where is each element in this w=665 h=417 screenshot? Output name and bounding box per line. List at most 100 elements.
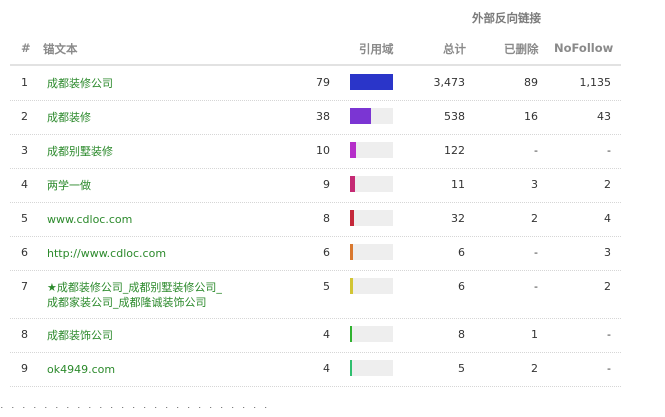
row-index: 2 <box>21 110 28 123</box>
ref-domains-bar-fill <box>350 142 356 158</box>
table-row: 1 成都装修公司 79 3,473 89 1,135 <box>10 66 621 101</box>
row-index: 3 <box>21 144 28 157</box>
ref-domains-bar <box>350 108 393 124</box>
nofollow-backlinks: 1,135 <box>579 76 612 89</box>
ref-domains-bar <box>350 210 393 226</box>
ref-domains-count: 4 <box>323 362 330 375</box>
table-row: 3 成都别墅装修 10 122 - - <box>10 134 621 169</box>
row-index: 9 <box>21 362 28 375</box>
table-row: 6 http://www.cdloc.com 6 6 - 3 <box>10 236 621 271</box>
anchor-text-line[interactable]: www.cdloc.com <box>47 212 132 227</box>
column-header-index: # <box>21 41 31 55</box>
table-row: 8 成都装饰公司 4 8 1 - <box>10 318 621 353</box>
column-header-nofollow[interactable]: NoFollow <box>554 41 613 55</box>
anchor-text-line[interactable]: 成都装饰公司 <box>47 328 113 343</box>
ref-domains-bar <box>350 176 393 192</box>
anchor-text-link[interactable]: 成都装修 <box>47 110 91 125</box>
anchor-text-link[interactable]: www.cdloc.com <box>47 212 132 227</box>
ref-domains-bar-fill <box>350 74 393 90</box>
anchor-text-link[interactable]: http://www.cdloc.com <box>47 246 166 261</box>
total-backlinks: 32 <box>451 212 465 225</box>
ref-domains-bar <box>350 244 393 260</box>
total-backlinks: 538 <box>444 110 465 123</box>
ref-domains-bar-fill <box>350 360 352 376</box>
column-header-anchor[interactable]: 锚文本 <box>43 41 78 57</box>
nofollow-backlinks: 2 <box>604 280 611 293</box>
anchor-text-line[interactable]: ★成都装修公司_成都别墅装修公司_ <box>47 280 222 295</box>
ref-domains-bar <box>350 142 393 158</box>
anchor-text-line[interactable]: http://www.cdloc.com <box>47 246 166 261</box>
table-row: 7 ★成都装修公司_成都别墅装修公司_ 成都家装公司_成都隆诚装饰公司 5 6 - 2 <box>10 270 621 319</box>
ref-domains-bar <box>350 326 393 342</box>
ref-domains-count: 79 <box>316 76 330 89</box>
ref-domains-bar-fill <box>350 244 353 260</box>
deleted-backlinks: 89 <box>524 76 538 89</box>
column-header-deleted[interactable]: 已删除 <box>504 41 539 57</box>
ref-domains-bar <box>350 74 393 90</box>
anchor-text-line[interactable]: 成都装修 <box>47 110 91 125</box>
ref-domains-bar-fill <box>350 210 354 226</box>
total-backlinks: 122 <box>444 144 465 157</box>
deleted-backlinks: - <box>534 280 538 293</box>
nofollow-backlinks: 3 <box>604 246 611 259</box>
table-row: 2 成都装修 38 538 16 43 <box>10 100 621 135</box>
nofollow-backlinks: 4 <box>604 212 611 225</box>
deleted-backlinks: 3 <box>531 178 538 191</box>
deleted-backlinks: - <box>534 246 538 259</box>
total-backlinks: 6 <box>458 246 465 259</box>
nofollow-backlinks: - <box>607 144 611 157</box>
row-index: 5 <box>21 212 28 225</box>
column-header-ref-domains[interactable]: 引用域 <box>359 41 394 57</box>
row-index: 8 <box>21 328 28 341</box>
ref-domains-bar-fill <box>350 108 371 124</box>
cut-off-text-line: · · · · · · · · · · · · · · · · · · · · … <box>0 407 270 414</box>
total-backlinks: 3,473 <box>433 76 466 89</box>
deleted-backlinks: 1 <box>531 328 538 341</box>
anchor-text-line[interactable]: ok4949.com <box>47 362 115 377</box>
nofollow-backlinks: 2 <box>604 178 611 191</box>
column-header-total[interactable]: 总计 <box>443 41 466 57</box>
ref-domains-bar-fill <box>350 326 352 342</box>
total-backlinks: 11 <box>451 178 465 191</box>
deleted-backlinks: 16 <box>524 110 538 123</box>
anchor-text-line[interactable]: 两学一做 <box>47 178 91 193</box>
anchor-text-link[interactable]: ok4949.com <box>47 362 115 377</box>
table-row: 9 ok4949.com 4 5 2 - <box>10 352 621 387</box>
nofollow-backlinks: - <box>607 362 611 375</box>
row-index: 6 <box>21 246 28 259</box>
row-index: 1 <box>21 76 28 89</box>
ref-domains-bar-fill <box>350 278 353 294</box>
anchor-text-table: 外部反向链接 # 锚文本 引用域 总计 已删除 NoFollow 1 成都装修公司… <box>0 0 621 392</box>
table-row: 4 两学一做 9 11 3 2 <box>10 168 621 203</box>
total-backlinks: 8 <box>458 328 465 341</box>
external-backlinks-group-header: 外部反向链接 <box>472 11 541 25</box>
total-backlinks: 6 <box>458 280 465 293</box>
table-row: 5 www.cdloc.com 8 32 2 4 <box>10 202 621 237</box>
ref-domains-count: 6 <box>323 246 330 259</box>
deleted-backlinks: - <box>534 144 538 157</box>
ref-domains-bar <box>350 360 393 376</box>
ref-domains-count: 9 <box>323 178 330 191</box>
anchor-text-link[interactable]: 成都装修公司 <box>47 76 113 91</box>
ref-domains-count: 5 <box>323 280 330 293</box>
anchor-text-link[interactable]: 成都装饰公司 <box>47 328 113 343</box>
anchor-text-link[interactable]: ★成都装修公司_成都别墅装修公司_ 成都家装公司_成都隆诚装饰公司 <box>47 280 222 310</box>
ref-domains-bar <box>350 278 393 294</box>
nofollow-backlinks: - <box>607 328 611 341</box>
ref-domains-bar-fill <box>350 176 355 192</box>
nofollow-backlinks: 43 <box>597 110 611 123</box>
row-index: 7 <box>21 280 28 293</box>
anchor-text-link[interactable]: 两学一做 <box>47 178 91 193</box>
row-index: 4 <box>21 178 28 191</box>
ref-domains-count: 10 <box>316 144 330 157</box>
anchor-text-line[interactable]: 成都装修公司 <box>47 76 113 91</box>
deleted-backlinks: 2 <box>531 212 538 225</box>
deleted-backlinks: 2 <box>531 362 538 375</box>
ref-domains-count: 38 <box>316 110 330 123</box>
ref-domains-count: 4 <box>323 328 330 341</box>
anchor-text-line[interactable]: 成都别墅装修 <box>47 144 113 159</box>
total-backlinks: 5 <box>458 362 465 375</box>
anchor-text-line[interactable]: 成都家装公司_成都隆诚装饰公司 <box>47 295 222 310</box>
ref-domains-count: 8 <box>323 212 330 225</box>
anchor-text-link[interactable]: 成都别墅装修 <box>47 144 113 159</box>
